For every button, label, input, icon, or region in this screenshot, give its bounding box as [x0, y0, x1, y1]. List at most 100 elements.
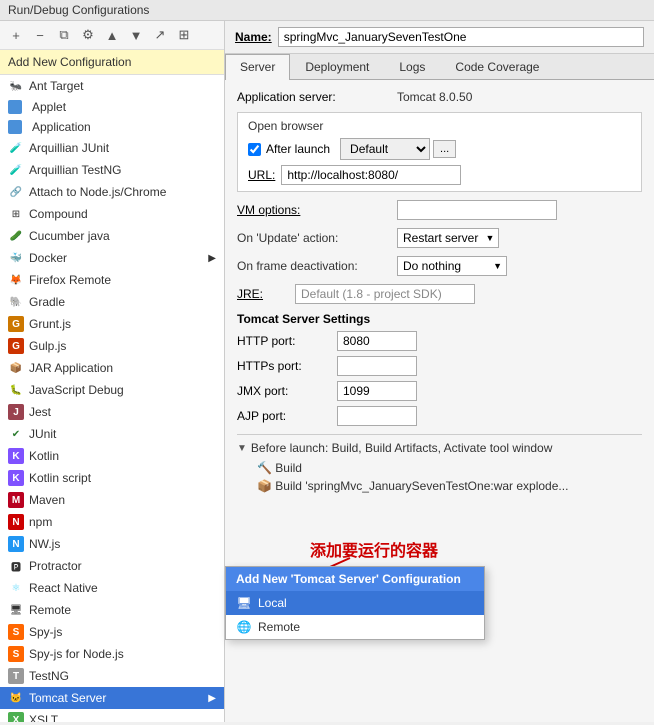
on-frame-deactivation-dropdown[interactable]: Do nothing ▼ — [397, 256, 507, 276]
add-config-btn[interactable]: + — [6, 25, 26, 45]
docker-icon: 🐳 — [8, 250, 24, 266]
config-item-label: Firefox Remote — [29, 273, 111, 287]
after-launch-checkbox[interactable] — [248, 143, 261, 156]
config-item-arquillian-junit[interactable]: 🧪 Arquillian JUnit — [0, 137, 224, 159]
config-item-spy-js-node[interactable]: S Spy-js for Node.js — [0, 643, 224, 665]
config-item-label: Maven — [29, 493, 65, 507]
config-item-attach-nodejs[interactable]: 🔗 Attach to Node.js/Chrome — [0, 181, 224, 203]
jmx-port-row: JMX port: — [237, 381, 642, 401]
config-item-docker[interactable]: 🐳 Docker ▶ — [0, 247, 224, 269]
config-item-gulpjs[interactable]: G Gulp.js — [0, 335, 224, 357]
left-panel: + − ⧉ ⚙ ▲ ▼ ↗ ⊞ Add New Configuration 🐜 … — [0, 21, 225, 722]
url-input[interactable] — [281, 165, 461, 185]
remote-submenu-icon: 🌐 — [236, 619, 252, 635]
config-item-arquillian-testng[interactable]: 🧪 Arquillian TestNG — [0, 159, 224, 181]
jre-label: JRE: — [237, 287, 287, 301]
settings-btn[interactable]: ⚙ — [78, 25, 98, 45]
jar-icon: 📦 — [8, 360, 24, 376]
config-item-kotlin-script[interactable]: K Kotlin script — [0, 467, 224, 489]
config-item-label: XSLT — [29, 713, 58, 722]
config-item-cucumber[interactable]: 🥒 Cucumber java — [0, 225, 224, 247]
config-item-testng[interactable]: T TestNG — [0, 665, 224, 687]
config-item-remote[interactable]: 🖥 Remote — [0, 599, 224, 621]
on-frame-chevron: ▼ — [493, 261, 502, 271]
config-item-compound[interactable]: ⊞ Compound — [0, 203, 224, 225]
config-item-applet[interactable]: Applet — [0, 97, 224, 117]
copy-config-btn[interactable]: ⧉ — [54, 25, 74, 45]
config-item-firefox[interactable]: 🦊 Firefox Remote — [0, 269, 224, 291]
tomcat-settings-section: Tomcat Server Settings HTTP port: HTTPs … — [237, 312, 642, 426]
group-btn[interactable]: ⊞ — [174, 25, 194, 45]
config-item-js-debug[interactable]: 🐛 JavaScript Debug — [0, 379, 224, 401]
config-item-label: Arquillian TestNG — [29, 163, 121, 177]
cucumber-icon: 🥒 — [8, 228, 24, 244]
on-frame-deactivation-row: On frame deactivation: Do nothing ▼ — [237, 256, 642, 276]
vm-options-input[interactable] — [397, 200, 557, 220]
move-down-btn[interactable]: ▼ — [126, 25, 146, 45]
config-item-ant-target[interactable]: 🐜 Ant Target — [0, 75, 224, 97]
config-item-label: npm — [29, 515, 52, 529]
move-up-btn[interactable]: ▲ — [102, 25, 122, 45]
submenu-item-remote[interactable]: 🌐 Remote — [226, 615, 484, 639]
name-row: Name: — [225, 21, 654, 54]
tab-logs[interactable]: Logs — [384, 54, 440, 79]
config-item-label: Jest — [29, 405, 51, 419]
config-item-spy-js[interactable]: S Spy-js — [0, 621, 224, 643]
submenu-remote-label: Remote — [258, 620, 300, 634]
config-item-label: Application — [32, 120, 91, 134]
protractor-icon: 🅿 — [8, 558, 24, 574]
config-item-junit[interactable]: ✔ JUnit — [0, 423, 224, 445]
browser-dropdown[interactable]: Default — [340, 138, 430, 160]
arquillian-junit-icon: 🧪 — [8, 140, 24, 156]
app-server-label: Application server: — [237, 90, 397, 104]
config-item-maven[interactable]: M Maven — [0, 489, 224, 511]
config-item-kotlin[interactable]: K Kotlin — [0, 445, 224, 467]
attach-nodejs-icon: 🔗 — [8, 184, 24, 200]
xslt-icon: X — [8, 712, 24, 722]
maven-icon: M — [8, 492, 24, 508]
config-item-gradle[interactable]: 🐘 Gradle — [0, 291, 224, 313]
jmx-port-input[interactable] — [337, 381, 417, 401]
config-item-label: JavaScript Debug — [29, 383, 124, 397]
config-item-react-native[interactable]: ⚛ React Native — [0, 577, 224, 599]
share-btn[interactable]: ↗ — [150, 25, 170, 45]
browser-more-btn[interactable]: ... — [433, 140, 456, 158]
http-port-input[interactable] — [337, 331, 417, 351]
config-item-tomcat-server[interactable]: 🐱 Tomcat Server ▶ — [0, 687, 224, 709]
tabs-bar: Server Deployment Logs Code Coverage — [225, 54, 654, 80]
on-update-dropdown[interactable]: Restart server ▼ — [397, 228, 499, 248]
ant-target-icon: 🐜 — [8, 78, 24, 94]
launch-item-artifacts-label: Build 'springMvc_JanuarySevenTestOne:war… — [275, 479, 568, 493]
config-item-jest[interactable]: J Jest — [0, 401, 224, 423]
name-input[interactable] — [278, 27, 644, 47]
submenu-local-label: Local — [258, 596, 287, 610]
submenu-item-local[interactable]: 🖥 Local — [226, 591, 484, 615]
https-port-input[interactable] — [337, 356, 417, 376]
remote-icon: 🖥 — [8, 602, 24, 618]
launch-item-artifacts: 📦 Build 'springMvc_JanuarySevenTestOne:w… — [237, 477, 642, 495]
config-item-jar[interactable]: 📦 JAR Application — [0, 357, 224, 379]
remove-config-btn[interactable]: − — [30, 25, 50, 45]
tab-code-coverage[interactable]: Code Coverage — [440, 54, 554, 79]
config-item-npm[interactable]: N npm — [0, 511, 224, 533]
config-item-gruntjs[interactable]: G Grunt.js — [0, 313, 224, 335]
ajp-port-input[interactable] — [337, 406, 417, 426]
tomcat-arrow-icon: ▶ — [208, 693, 216, 704]
compound-icon: ⊞ — [8, 206, 24, 222]
config-item-nwjs[interactable]: N NW.js — [0, 533, 224, 555]
add-new-config-item[interactable]: Add New Configuration — [0, 50, 224, 75]
config-item-protractor[interactable]: 🅿 Protractor — [0, 555, 224, 577]
vm-options-label: VM options: — [237, 203, 397, 217]
local-icon: 🖥 — [236, 595, 252, 611]
config-item-xslt[interactable]: X XSLT — [0, 709, 224, 722]
config-item-label: NW.js — [29, 537, 60, 551]
ajp-port-row: AJP port: — [237, 406, 642, 426]
title-text: Run/Debug Configurations — [8, 3, 149, 17]
js-debug-icon: 🐛 — [8, 382, 24, 398]
tab-server[interactable]: Server — [225, 54, 290, 80]
jre-value: Default (1.8 - project SDK) — [295, 284, 475, 304]
http-port-row: HTTP port: — [237, 331, 642, 351]
config-item-application[interactable]: Application — [0, 117, 224, 137]
config-item-label: Kotlin — [29, 449, 59, 463]
tab-deployment[interactable]: Deployment — [290, 54, 384, 79]
